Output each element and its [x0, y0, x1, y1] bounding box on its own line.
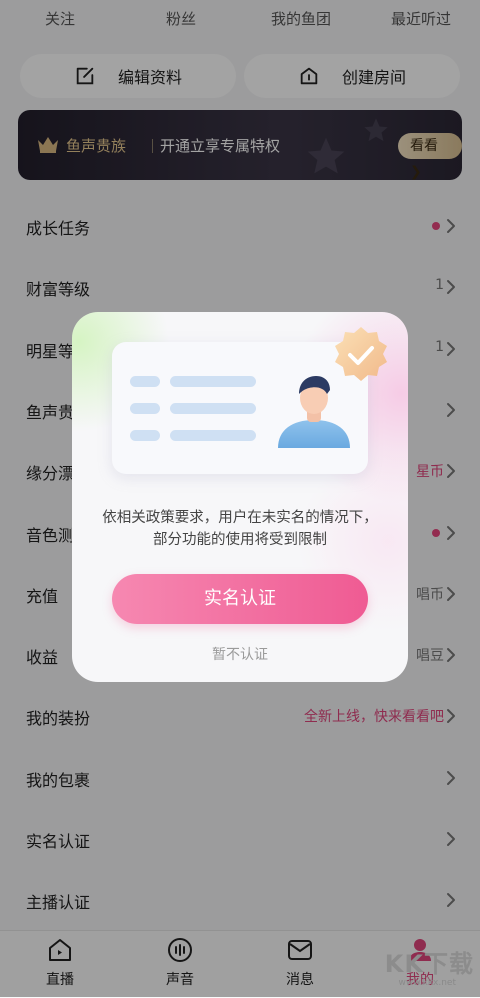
- realname-dialog: 依相关政策要求，用户在未实名的情况下，部分功能的使用将受到限制 实名认证 暂不认…: [72, 312, 408, 682]
- skip-verify-link[interactable]: 暂不认证: [72, 644, 408, 664]
- verify-button[interactable]: 实名认证: [112, 574, 368, 624]
- dialog-message: 依相关政策要求，用户在未实名的情况下，部分功能的使用将受到限制: [102, 510, 378, 548]
- verified-badge-icon: [335, 327, 387, 381]
- card-line: [170, 403, 256, 414]
- card-line: [130, 376, 160, 387]
- card-line: [170, 430, 256, 441]
- card-line: [130, 430, 160, 441]
- card-line: [130, 403, 160, 414]
- card-line: [170, 376, 256, 387]
